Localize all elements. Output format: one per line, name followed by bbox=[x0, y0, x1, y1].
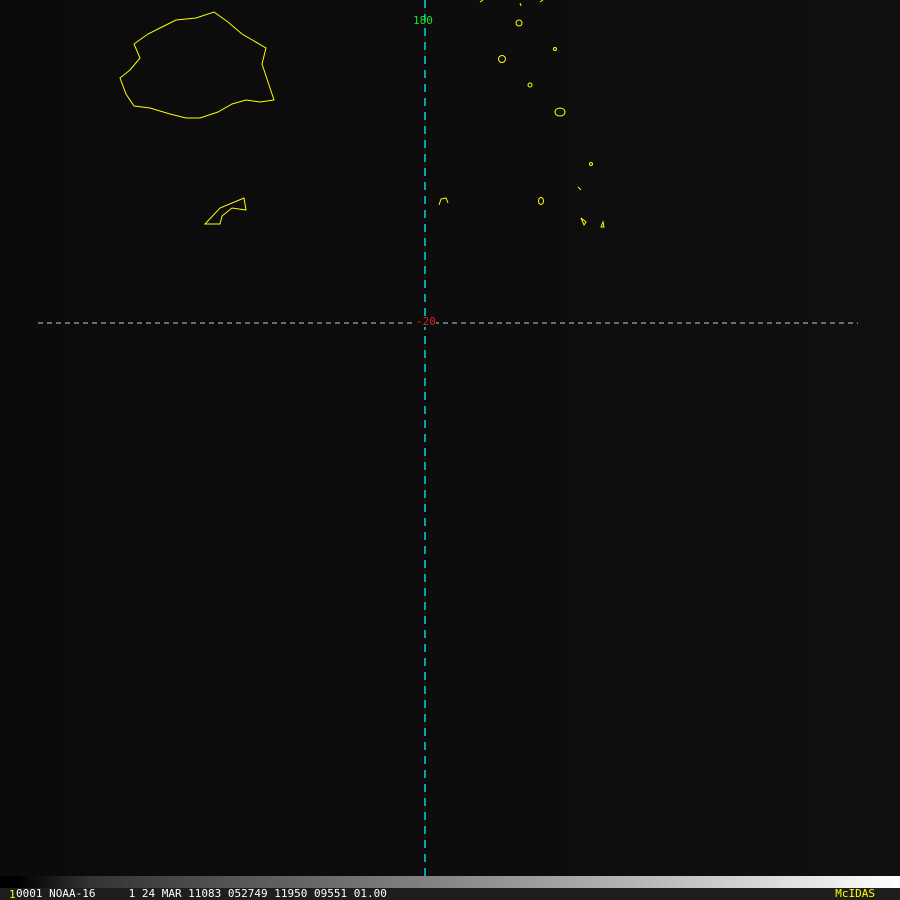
island bbox=[527, 82, 533, 88]
island bbox=[438, 197, 449, 206]
island bbox=[538, 197, 544, 205]
island bbox=[589, 162, 593, 166]
island bbox=[498, 55, 506, 63]
map-overlay bbox=[38, 0, 858, 888]
frame-number: 1 bbox=[9, 888, 16, 900]
status-bar: 1 0001 NOAA-16 1 24 MAR 11083 052749 119… bbox=[0, 888, 900, 900]
island bbox=[515, 19, 523, 27]
satellite-image-view: 180 -20 1 0001 NOAA-16 1 24 MAR 11083 05… bbox=[0, 0, 900, 900]
latitude-label: -20 bbox=[416, 315, 436, 328]
island bbox=[553, 47, 557, 51]
island bbox=[580, 217, 587, 227]
island-viti-levu bbox=[119, 11, 275, 119]
island-vanua-levu-fragment bbox=[203, 197, 247, 225]
image-info: 0001 NOAA-16 1 24 MAR 11083 052749 11950… bbox=[16, 887, 387, 900]
island bbox=[554, 107, 566, 117]
island bbox=[600, 220, 605, 228]
longitude-label: 180 bbox=[413, 14, 433, 27]
island bbox=[479, 0, 544, 7]
island bbox=[577, 186, 582, 191]
mcidas-brand: McIDAS bbox=[835, 887, 875, 900]
